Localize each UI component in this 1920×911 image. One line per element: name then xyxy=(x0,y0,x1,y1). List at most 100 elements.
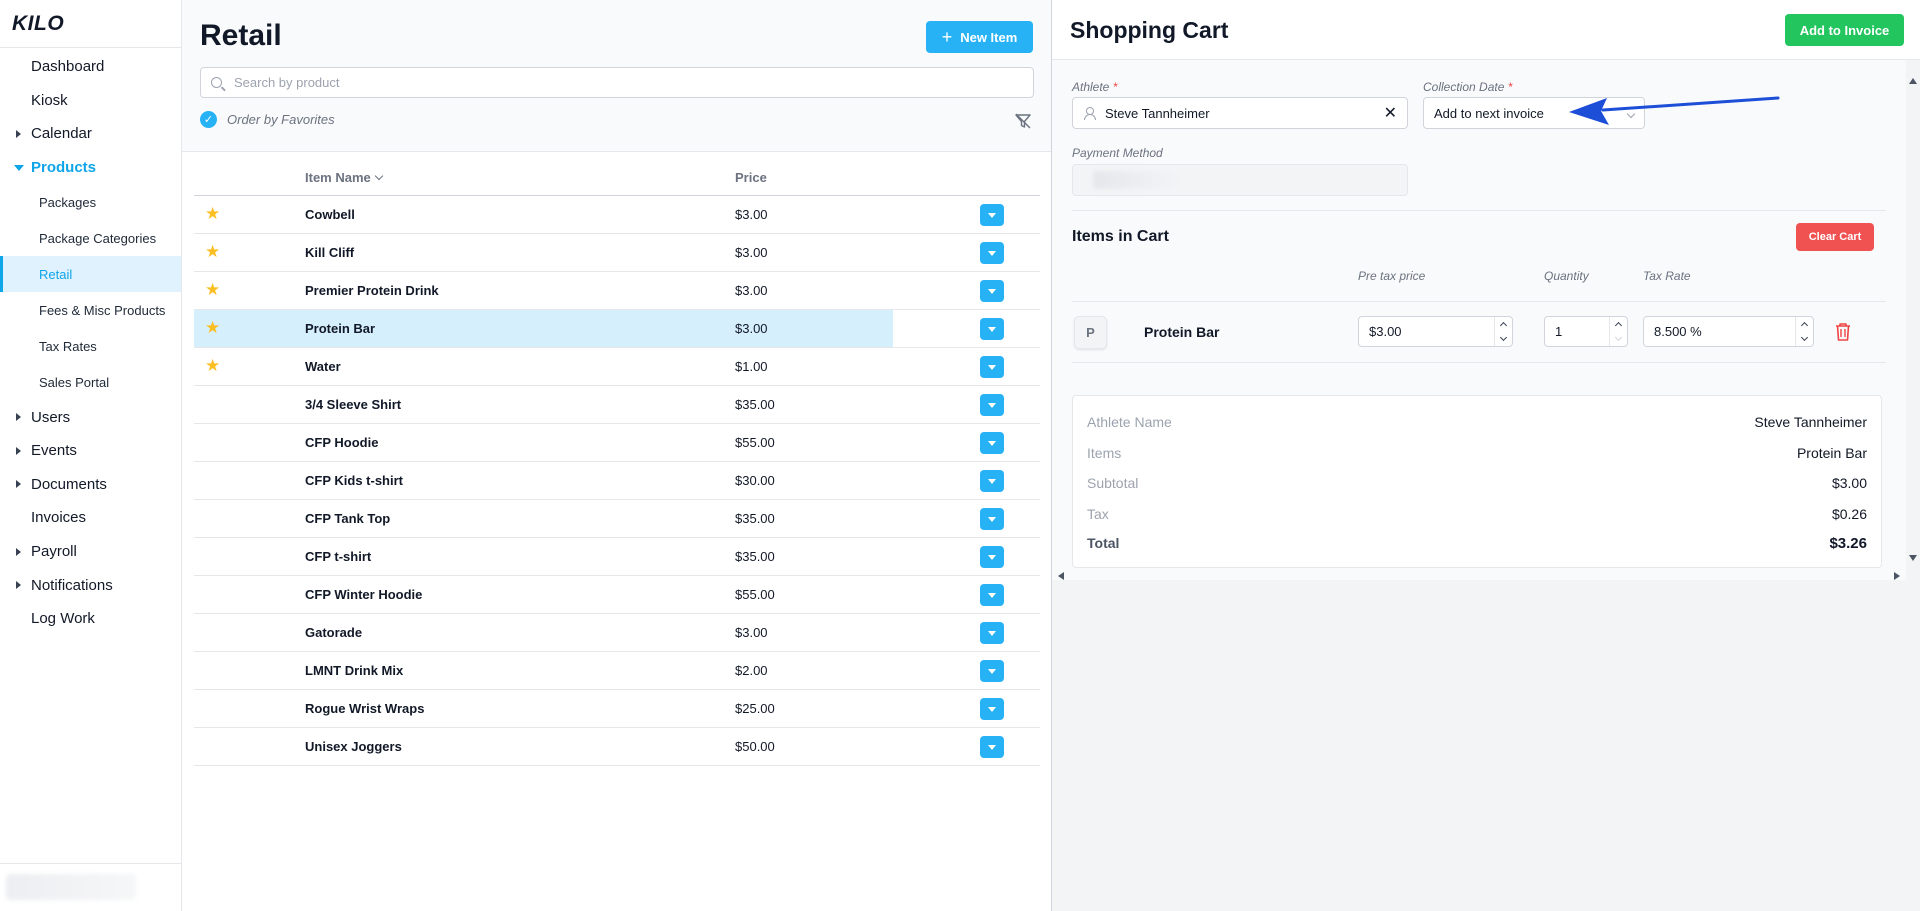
scroll-right-icon[interactable] xyxy=(1894,572,1900,580)
table-row[interactable]: ★ Water $1.00 xyxy=(194,348,1040,386)
row-actions-dropdown[interactable] xyxy=(980,622,1004,644)
row-actions-dropdown[interactable] xyxy=(980,546,1004,568)
sidebar-subitem-retail[interactable]: Retail xyxy=(0,256,181,293)
sidebar-user-footer[interactable] xyxy=(0,863,181,911)
sidebar-item-documents[interactable]: Documents xyxy=(0,468,181,502)
decrement-button[interactable] xyxy=(1610,332,1627,347)
sidebar-subitem-packages[interactable]: Packages xyxy=(0,184,181,220)
collection-date-select[interactable]: Add to next invoice xyxy=(1423,97,1645,129)
sidebar-item-notifications[interactable]: Notifications xyxy=(0,568,181,602)
sidebar-subitem-fees-misc[interactable]: Fees & Misc Products xyxy=(0,292,181,328)
table-row[interactable]: Unisex Joggers $50.00 xyxy=(194,728,1040,766)
clear-filter-icon[interactable] xyxy=(1013,111,1033,131)
row-actions-dropdown[interactable] xyxy=(980,242,1004,264)
caret-down-icon xyxy=(988,326,996,332)
order-by-favorites: ✓ Order by Favorites xyxy=(200,111,335,128)
horizontal-scrollbar[interactable] xyxy=(1058,570,1900,582)
row-actions-dropdown[interactable] xyxy=(980,394,1004,416)
row-actions-dropdown[interactable] xyxy=(980,432,1004,454)
sidebar-item-log-work[interactable]: Log Work xyxy=(0,602,181,636)
table-row[interactable]: CFP Hoodie $55.00 xyxy=(194,424,1040,462)
column-item-name[interactable]: Item Name xyxy=(305,170,383,185)
sidebar-item-users[interactable]: Users xyxy=(0,400,181,434)
athlete-field[interactable]: Steve Tannheimer ✕ xyxy=(1072,97,1408,129)
row-actions-dropdown[interactable] xyxy=(980,736,1004,758)
vertical-scrollbar[interactable] xyxy=(1906,60,1920,565)
row-actions-dropdown[interactable] xyxy=(980,698,1004,720)
stepper xyxy=(1795,317,1813,346)
item-price: $50.00 xyxy=(735,739,775,754)
add-to-invoice-button[interactable]: Add to Invoice xyxy=(1785,14,1904,46)
star-icon[interactable]: ★ xyxy=(205,319,221,336)
table-row[interactable]: CFP Tank Top $35.00 xyxy=(194,500,1040,538)
table-row[interactable]: 3/4 Sleeve Shirt $35.00 xyxy=(194,386,1040,424)
item-price: $35.00 xyxy=(735,397,775,412)
item-price: $3.00 xyxy=(735,283,768,298)
table-row[interactable]: ★ Cowbell $3.00 xyxy=(194,196,1040,234)
column-price[interactable]: Price xyxy=(735,170,767,185)
row-actions-dropdown[interactable] xyxy=(980,280,1004,302)
star-icon[interactable]: ★ xyxy=(205,357,221,374)
search-input[interactable] xyxy=(234,75,1014,90)
row-actions-dropdown[interactable] xyxy=(980,318,1004,340)
caret-down-icon xyxy=(988,554,996,560)
cart-body: Athlete * Steve Tannheimer ✕ Collection … xyxy=(1052,60,1906,580)
sidebar-item-products[interactable]: Products xyxy=(0,151,181,185)
new-item-button[interactable]: + New Item xyxy=(926,21,1033,53)
table-row[interactable]: Gatorade $3.00 xyxy=(194,614,1040,652)
table-row[interactable]: CFP Kids t-shirt $30.00 xyxy=(194,462,1040,500)
payment-method-label: Payment Method xyxy=(1072,146,1163,160)
row-actions-dropdown[interactable] xyxy=(980,356,1004,378)
payment-method-field[interactable] xyxy=(1072,164,1408,196)
increment-button[interactable] xyxy=(1610,317,1627,332)
sidebar-item-kiosk[interactable]: Kiosk xyxy=(0,84,181,118)
pretax-price-input[interactable]: $3.00 xyxy=(1358,316,1513,347)
table-row[interactable]: ★ Protein Bar $3.00 xyxy=(194,310,1040,348)
scroll-left-icon[interactable] xyxy=(1058,572,1064,580)
row-actions-dropdown[interactable] xyxy=(980,470,1004,492)
star-icon[interactable]: ★ xyxy=(205,243,221,260)
required-mark: * xyxy=(1112,80,1118,94)
table-row[interactable]: CFP t-shirt $35.00 xyxy=(194,538,1040,576)
caret-down-icon xyxy=(988,630,996,636)
row-actions-dropdown[interactable] xyxy=(980,204,1004,226)
star-icon[interactable]: ★ xyxy=(205,281,221,298)
tax-rate-input[interactable]: 8.500 % xyxy=(1643,316,1814,347)
order-by-favorites-label: Order by Favorites xyxy=(227,112,335,127)
order-by-favorites-checkbox[interactable]: ✓ xyxy=(200,111,217,128)
summary-value: $3.26 xyxy=(1829,535,1867,552)
decrement-button[interactable] xyxy=(1495,332,1512,347)
sidebar-item-calendar[interactable]: Calendar xyxy=(0,117,181,151)
scroll-up-icon[interactable] xyxy=(1909,78,1917,84)
athlete-label-text: Athlete xyxy=(1072,80,1110,94)
quantity-stepper[interactable]: 1 xyxy=(1544,316,1628,347)
row-actions-dropdown[interactable] xyxy=(980,508,1004,530)
star-icon[interactable]: ★ xyxy=(205,205,221,222)
table-row[interactable]: Rogue Wrist Wraps $25.00 xyxy=(194,690,1040,728)
sidebar-subitem-tax-rates[interactable]: Tax Rates xyxy=(0,328,181,364)
row-actions-dropdown[interactable] xyxy=(980,584,1004,606)
search-icon xyxy=(211,77,222,88)
table-row[interactable]: CFP Winter Hoodie $55.00 xyxy=(194,576,1040,614)
item-price: $30.00 xyxy=(735,473,775,488)
clear-athlete-icon[interactable]: ✕ xyxy=(1384,103,1397,123)
sidebar-item-events[interactable]: Events xyxy=(0,434,181,468)
sidebar: KILO Dashboard Kiosk Calendar Products P… xyxy=(0,0,182,911)
table-row[interactable]: LMNT Drink Mix $2.00 xyxy=(194,652,1040,690)
sidebar-subitem-package-categories[interactable]: Package Categories xyxy=(0,220,181,256)
trash-icon[interactable] xyxy=(1834,322,1852,342)
increment-button[interactable] xyxy=(1796,317,1813,332)
sidebar-subitem-sales-portal[interactable]: Sales Portal xyxy=(0,364,181,400)
table-row[interactable]: ★ Kill Cliff $3.00 xyxy=(194,234,1040,272)
increment-button[interactable] xyxy=(1495,317,1512,332)
sidebar-item-payroll[interactable]: Payroll xyxy=(0,535,181,569)
summary-total: Total $3.26 xyxy=(1087,535,1867,552)
clear-cart-button[interactable]: Clear Cart xyxy=(1796,223,1874,251)
table-row[interactable]: ★ Premier Protein Drink $3.00 xyxy=(194,272,1040,310)
scroll-down-icon[interactable] xyxy=(1909,555,1917,561)
sidebar-item-dashboard[interactable]: Dashboard xyxy=(0,50,181,84)
decrement-button[interactable] xyxy=(1796,332,1813,347)
row-actions-dropdown[interactable] xyxy=(980,660,1004,682)
logo[interactable]: KILO xyxy=(0,0,181,48)
sidebar-item-invoices[interactable]: Invoices xyxy=(0,501,181,535)
